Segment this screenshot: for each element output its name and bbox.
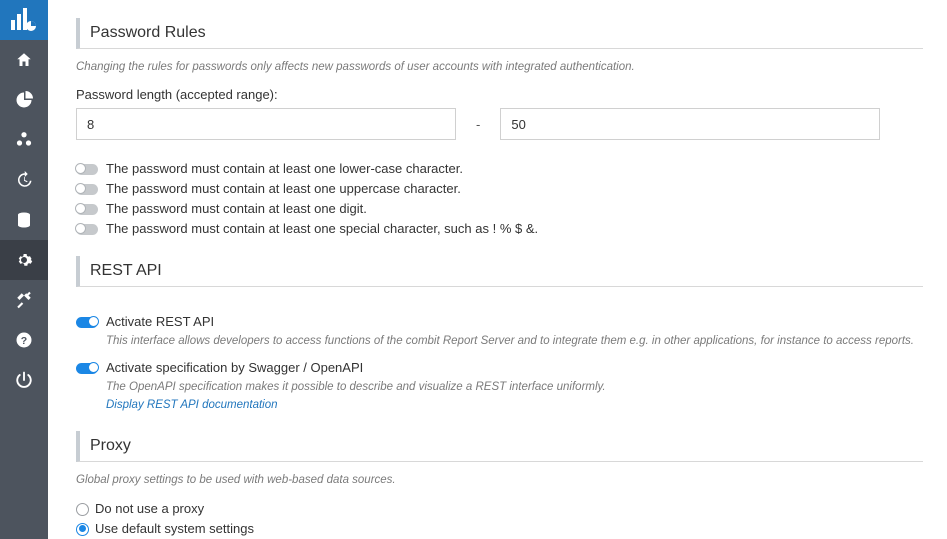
toggle-lowercase[interactable] [76, 164, 98, 175]
toggle-activate-rest-label: Activate REST API [106, 313, 214, 331]
history-icon [15, 171, 33, 189]
proxy-note: Global proxy settings to be used with we… [76, 474, 923, 486]
section-rest-api-title: REST API [76, 256, 923, 287]
gear-icon [15, 251, 33, 269]
toggle-swagger-label: Activate specification by Swagger / Open… [106, 359, 363, 377]
sidebar: ? [0, 0, 48, 539]
nav-settings[interactable] [0, 240, 48, 280]
nav-datasources[interactable] [0, 120, 48, 160]
tools-icon [15, 291, 33, 309]
logo-icon [11, 8, 37, 32]
radio-default-proxy-label: Use default system settings [95, 520, 254, 538]
toggle-special[interactable] [76, 224, 98, 235]
svg-text:?: ? [21, 335, 27, 347]
nav-help[interactable]: ? [0, 320, 48, 360]
password-length-range: - [76, 108, 923, 140]
password-min-input[interactable] [76, 108, 456, 140]
toggle-digit[interactable] [76, 204, 98, 215]
pie-icon [15, 91, 33, 109]
swagger-note: The OpenAPI specification makes it possi… [106, 379, 923, 413]
toggle-special-label: The password must contain at least one s… [106, 220, 538, 238]
nav-reports[interactable] [0, 80, 48, 120]
activate-rest-note: This interface allows developers to acce… [106, 333, 923, 349]
toggle-uppercase[interactable] [76, 184, 98, 195]
nav-home[interactable] [0, 40, 48, 80]
toggle-swagger[interactable] [76, 363, 98, 374]
main-content: Password Rules Changing the rules for pa… [48, 0, 947, 539]
section-password-rules-title: Password Rules [76, 18, 923, 49]
rest-docs-link[interactable]: Display REST API documentation [106, 397, 278, 413]
power-icon [15, 371, 33, 389]
password-length-label: Password length (accepted range): [76, 87, 923, 102]
nav-database[interactable] [0, 200, 48, 240]
help-icon: ? [15, 331, 33, 349]
toggle-digit-label: The password must contain at least one d… [106, 200, 367, 218]
toggle-uppercase-label: The password must contain at least one u… [106, 180, 461, 198]
radio-no-proxy-label: Do not use a proxy [95, 500, 204, 518]
toggle-lowercase-label: The password must contain at least one l… [106, 160, 463, 178]
toggle-activate-rest[interactable] [76, 317, 98, 328]
radio-no-proxy[interactable] [76, 503, 89, 516]
nav-logout[interactable] [0, 360, 48, 400]
swagger-note-text: The OpenAPI specification makes it possi… [106, 381, 606, 393]
database-icon [15, 211, 33, 229]
password-rules-note: Changing the rules for passwords only af… [76, 61, 923, 73]
logo[interactable] [0, 0, 48, 40]
section-proxy-title: Proxy [76, 431, 923, 462]
nodes-icon [15, 131, 33, 149]
range-dash: - [476, 117, 480, 132]
nav-tools[interactable] [0, 280, 48, 320]
home-icon [15, 51, 33, 69]
radio-default-proxy[interactable] [76, 523, 89, 536]
password-max-input[interactable] [500, 108, 880, 140]
nav-scheduler[interactable] [0, 160, 48, 200]
